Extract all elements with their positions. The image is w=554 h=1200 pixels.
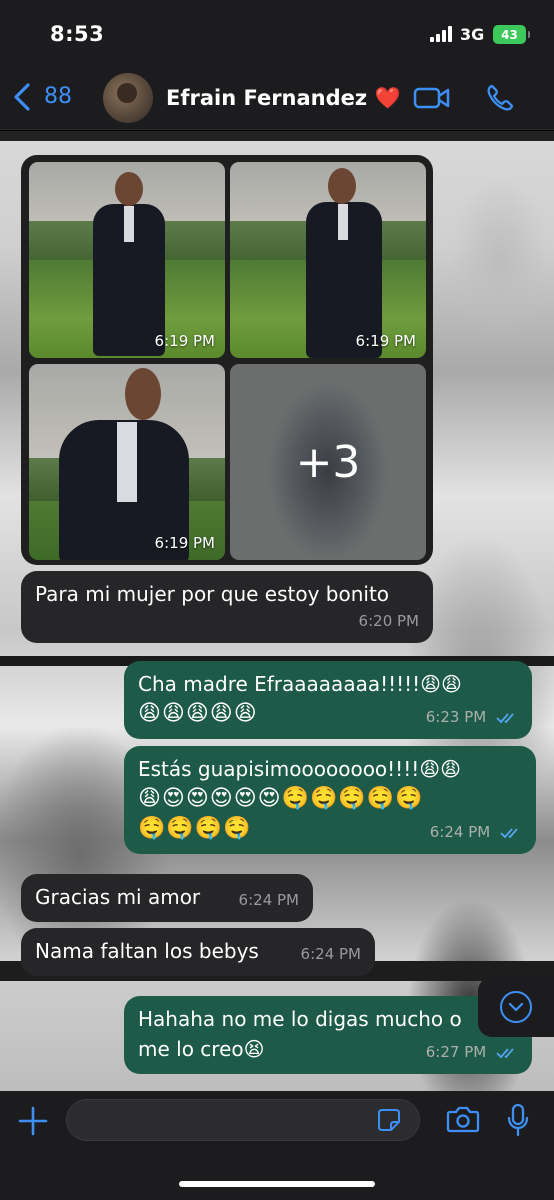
message-text: Estás guapisimoooooooo!!!!😩😩 bbox=[138, 757, 461, 781]
photo-thumbnail[interactable]: 6:19 PM bbox=[29, 364, 225, 560]
chat-header: 88 Efrain Fernandez ❤️ bbox=[0, 68, 554, 130]
photo-thumbnail[interactable]: 6:19 PM bbox=[230, 162, 426, 358]
photo-thumbnail[interactable]: 6:19 PM bbox=[29, 162, 225, 358]
message-time: 6:20 PM bbox=[358, 612, 419, 630]
message-time: 6:24 PM bbox=[429, 823, 491, 841]
message-status: 6:23 PM bbox=[426, 702, 518, 732]
read-receipt-icon bbox=[496, 712, 514, 723]
message-text: Hahaha no me lo digas mucho o bbox=[138, 1007, 462, 1031]
message-text: Cha madre Efraaaaaaaa!!!!!😩😩 bbox=[138, 672, 462, 696]
more-photos-thumbnail[interactable]: +3 bbox=[230, 364, 426, 560]
message-time: 6:23 PM bbox=[425, 708, 487, 726]
video-call-icon[interactable] bbox=[413, 86, 451, 110]
microphone-icon[interactable] bbox=[506, 1103, 530, 1137]
scroll-to-bottom-button[interactable] bbox=[478, 977, 554, 1037]
contact-name[interactable]: Efrain Fernandez ❤️ bbox=[166, 86, 401, 111]
photo-time: 6:19 PM bbox=[355, 332, 416, 350]
message-bubble[interactable]: Estás guapisimoooooooo!!!!😩😩 😩😍😍😍😍😍🤤🤤🤤🤤🤤… bbox=[124, 746, 536, 854]
message-time: 6:27 PM bbox=[425, 1043, 487, 1061]
sticker-icon[interactable] bbox=[377, 1108, 401, 1132]
message-bubble[interactable]: Hahaha no me lo digas mucho o me lo creo… bbox=[124, 996, 532, 1074]
message-time: 6:24 PM bbox=[238, 891, 299, 909]
message-bubble[interactable]: Cha madre Efraaaaaaaa!!!!!😩😩 😩😩😩😩😩 6:23 … bbox=[124, 661, 532, 739]
message-text: Para mi mujer por que estoy bonito bbox=[35, 582, 390, 606]
home-indicator[interactable] bbox=[179, 1181, 375, 1187]
read-receipt-icon bbox=[496, 1047, 514, 1058]
network-type: 3G bbox=[460, 25, 485, 44]
photo-album-message[interactable]: 6:19 PM 6:19 PM 6:19 PM +3 bbox=[21, 155, 433, 565]
more-photos-count: +3 bbox=[295, 436, 361, 488]
status-time: 8:53 bbox=[50, 22, 105, 46]
photo-time: 6:19 PM bbox=[154, 534, 215, 552]
chevron-down-icon bbox=[500, 991, 532, 1023]
back-chevron-icon[interactable] bbox=[10, 82, 38, 112]
read-receipt-icon bbox=[500, 827, 518, 838]
phone-call-icon[interactable] bbox=[485, 83, 515, 113]
message-bubble[interactable]: Para mi mujer por que estoy bonito 6:20 … bbox=[21, 571, 433, 643]
message-bubble[interactable]: Gracias mi amor 6:24 PM bbox=[21, 874, 313, 922]
message-input[interactable] bbox=[66, 1099, 420, 1141]
camera-icon[interactable] bbox=[446, 1105, 480, 1133]
message-emoji-line: 😩😍😍😍😍😍🤤🤤🤤🤤🤤 bbox=[138, 786, 424, 811]
battery-level: 43 bbox=[501, 27, 518, 42]
contact-avatar[interactable] bbox=[103, 73, 153, 123]
plus-icon[interactable] bbox=[17, 1105, 49, 1137]
battery-icon: 43 bbox=[493, 25, 530, 44]
photo-time: 6:19 PM bbox=[154, 332, 215, 350]
message-bubble[interactable]: Nama faltan los bebys 6:24 PM bbox=[21, 928, 375, 976]
status-bar: 8:53 3G 43 bbox=[0, 0, 554, 68]
message-time: 6:24 PM bbox=[300, 945, 361, 963]
message-status: 6:27 PM bbox=[426, 1037, 518, 1067]
message-status: 6:24 PM bbox=[430, 817, 522, 847]
back-unread-count[interactable]: 88 bbox=[44, 84, 72, 109]
signal-strength-icon bbox=[430, 26, 454, 42]
